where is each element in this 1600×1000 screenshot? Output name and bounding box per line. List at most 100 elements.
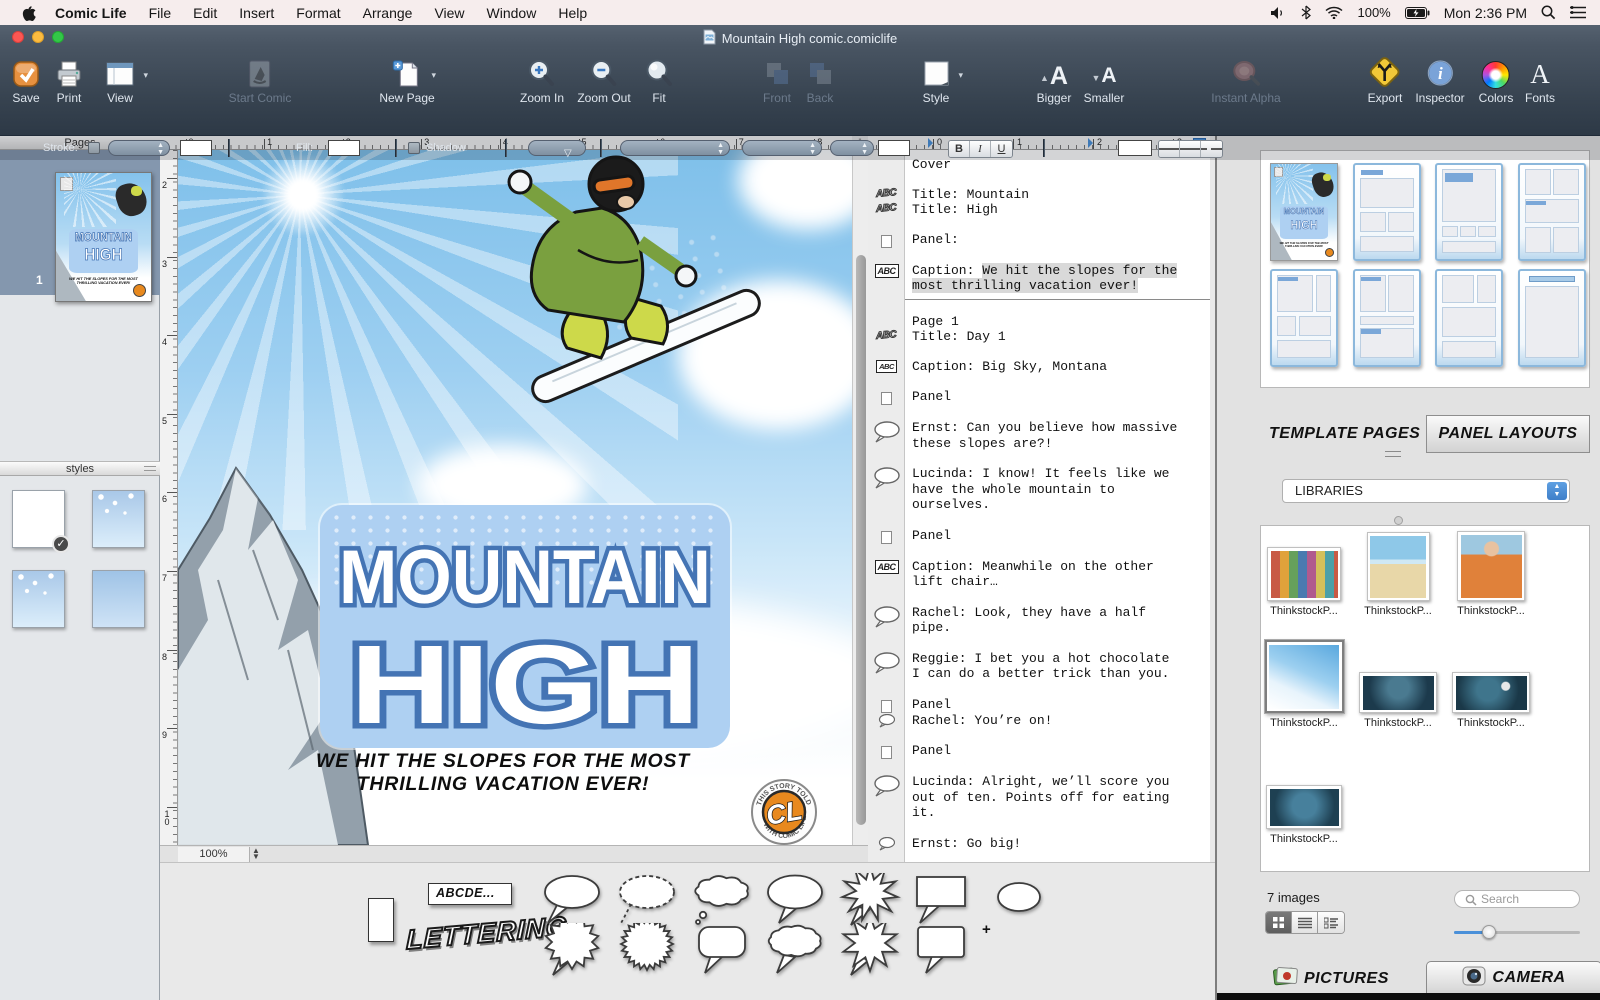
underline-button[interactable]: U [991, 141, 1012, 157]
list-view-button[interactable] [1292, 912, 1318, 933]
template-thumbnail-4[interactable] [1518, 163, 1586, 261]
shape-popup[interactable] [528, 140, 586, 156]
toolbar-inspector-button[interactable]: iInspector [1415, 55, 1464, 105]
script-block[interactable]: Ernst: Go big! [868, 836, 1210, 852]
library-splitter-dot[interactable] [1394, 516, 1403, 525]
library-image-2[interactable] [1367, 532, 1430, 601]
script-block[interactable]: Panel [868, 389, 1210, 405]
toolbar-zoom-in-button[interactable]: Zoom In [520, 55, 564, 105]
script-block[interactable]: ABCCaption: Meanwhile on the other lift … [868, 559, 1210, 590]
toolbar-colors-button[interactable]: Colors [1479, 55, 1514, 105]
page-selection-row[interactable]: MOUNTAIN HIGH WE HIT THE SLOPES FOR THE … [0, 150, 160, 295]
font-style-popup[interactable]: ▲▼ [830, 140, 874, 156]
tab-camera[interactable]: CAMERA [1426, 961, 1600, 993]
template-thumbnail-8[interactable] [1518, 269, 1586, 367]
template-thumbnail-6[interactable] [1353, 269, 1421, 367]
toolbar-save-button[interactable]: Save [11, 55, 41, 105]
balloon-tool-speech-oval[interactable] [541, 873, 603, 927]
panel-splitter-handle[interactable] [1385, 451, 1401, 457]
balloon-tool-burst-2[interactable] [839, 923, 901, 977]
text-box-tool[interactable]: ABCDE... [428, 883, 512, 905]
menu-file[interactable]: File [138, 5, 183, 21]
toolbar-style-button[interactable]: ▾Style [921, 55, 951, 105]
balloon-tool-speech-oval-2[interactable] [764, 873, 826, 927]
background-color-well[interactable] [1118, 140, 1152, 156]
ruler-tab-marker[interactable]: ▽ [564, 148, 572, 159]
font-size-popup[interactable]: ▲▼ [742, 140, 822, 156]
script-panel[interactable]: CoverABCTitle: MountainABCTitle: HighPan… [868, 150, 1210, 862]
align-center-button[interactable] [1180, 141, 1201, 157]
library-image-6[interactable] [1452, 672, 1530, 713]
script-block[interactable]: ABCCaption: Big Sky, Montana [868, 359, 1210, 375]
library-image-3[interactable] [1457, 531, 1525, 601]
balloon-tool-cloud-jagged[interactable] [541, 923, 603, 977]
library-image-4[interactable] [1265, 640, 1344, 713]
balloon-tool-speech-oval-small[interactable] [981, 873, 1043, 927]
cover-title-logo[interactable]: MOUNTAIN HIGH [320, 505, 730, 748]
text-color-well[interactable] [878, 140, 910, 156]
style-swatch-snow[interactable] [92, 490, 145, 548]
script-block[interactable]: Panel: [868, 232, 1210, 248]
toolbar-export-button[interactable]: Export [1368, 55, 1403, 105]
script-block[interactable]: Ernst: Can you believe how massive these… [868, 420, 1210, 451]
libraries-dropdown[interactable]: LIBRARIES ▲▼ [1282, 479, 1570, 503]
script-block[interactable]: Rachel: You’re on! [868, 713, 1210, 729]
balloon-tool-bumpy-oval[interactable] [764, 923, 826, 977]
zoom-stepper[interactable]: ▲▼ [252, 848, 260, 860]
font-family-popup[interactable]: ▲▼ [620, 140, 730, 156]
template-thumbnail-3[interactable] [1435, 163, 1503, 261]
script-block[interactable]: Lucinda: Alright, we’ll score you out of… [868, 774, 1210, 821]
toolbar-smaller-button[interactable]: ▼ASmaller [1084, 55, 1125, 105]
balloon-tool-thought-cloud[interactable] [691, 873, 753, 927]
template-thumbnail-5[interactable] [1270, 269, 1338, 367]
detail-view-button[interactable] [1318, 912, 1344, 933]
menu-app-name[interactable]: Comic Life [44, 5, 138, 21]
tab-template-pages[interactable]: TEMPLATE PAGES [1269, 425, 1420, 443]
stroke-color-well[interactable] [180, 140, 212, 156]
menu-window[interactable]: Window [476, 5, 548, 21]
template-thumbnail-2[interactable] [1353, 163, 1421, 261]
balloon-tool-speech-square[interactable] [910, 873, 972, 927]
menu-arrange[interactable]: Arrange [352, 5, 424, 21]
volume-icon[interactable] [1270, 6, 1287, 20]
menu-insert[interactable]: Insert [228, 5, 285, 21]
stroke-width-popup[interactable]: ▲▼ [108, 140, 170, 156]
style-swatch-blue[interactable] [92, 570, 145, 628]
italic-button[interactable]: I [970, 141, 991, 157]
toolbar-bigger-button[interactable]: ▲ABigger [1037, 55, 1072, 105]
stroke-checkbox[interactable] [88, 142, 100, 154]
tab-panel-layouts[interactable]: PANEL LAYOUTS [1426, 415, 1590, 453]
apple-menu-icon[interactable] [14, 5, 44, 21]
toolbar-print-button[interactable]: Print [54, 55, 84, 105]
menu-help[interactable]: Help [547, 5, 598, 21]
align-left-button[interactable] [1159, 141, 1180, 157]
script-block[interactable]: Rachel: Look, they have a half pipe. [868, 605, 1210, 636]
script-block[interactable]: ABCTitle: Mountain [868, 187, 1210, 203]
grid-view-button[interactable] [1266, 912, 1292, 933]
slider-thumb[interactable] [1482, 925, 1496, 939]
balloon-tool-speech-square-2[interactable] [910, 923, 972, 977]
script-block[interactable]: Panel [868, 528, 1210, 544]
template-thumbnail-1[interactable]: MOUNTAIN HIGH WE HIT THE SLOPES FOR THE … [1270, 163, 1338, 261]
script-block[interactable]: ABCTitle: Day 1 [868, 329, 1210, 345]
balloon-tool-rounded-square[interactable] [691, 923, 753, 977]
toolbar-view-button[interactable]: ▾View [104, 55, 136, 105]
script-block[interactable]: Page 1 [868, 314, 1210, 330]
page-thumbnail[interactable]: MOUNTAIN HIGH WE HIT THE SLOPES FOR THE … [55, 172, 152, 302]
library-search-input[interactable]: Search [1454, 890, 1580, 908]
balloon-tool-spiky-circle[interactable] [616, 923, 678, 977]
toolbar-fit-button[interactable]: Fit [644, 55, 674, 105]
panel-tool[interactable] [368, 898, 394, 942]
library-image-1[interactable] [1267, 547, 1341, 601]
script-block[interactable]: ABCTitle: High [868, 202, 1210, 218]
template-thumbnail-7[interactable] [1435, 269, 1503, 367]
menu-clock[interactable]: Mon 2:36 PM [1444, 5, 1527, 21]
comic-page-canvas[interactable]: MOUNTAIN HIGH WE HIT THE SLOPES FOR THE … [178, 150, 852, 845]
library-image-5[interactable] [1359, 672, 1437, 713]
script-block[interactable]: Reggie: I bet you a hot chocolate I can … [868, 651, 1210, 682]
menu-view[interactable]: View [423, 5, 475, 21]
notification-center-icon[interactable] [1570, 6, 1586, 19]
canvas-vertical-scrollbar[interactable] [852, 150, 868, 845]
toolbar-new-page-button[interactable]: ▾New Page [379, 55, 434, 105]
menu-format[interactable]: Format [285, 5, 351, 21]
